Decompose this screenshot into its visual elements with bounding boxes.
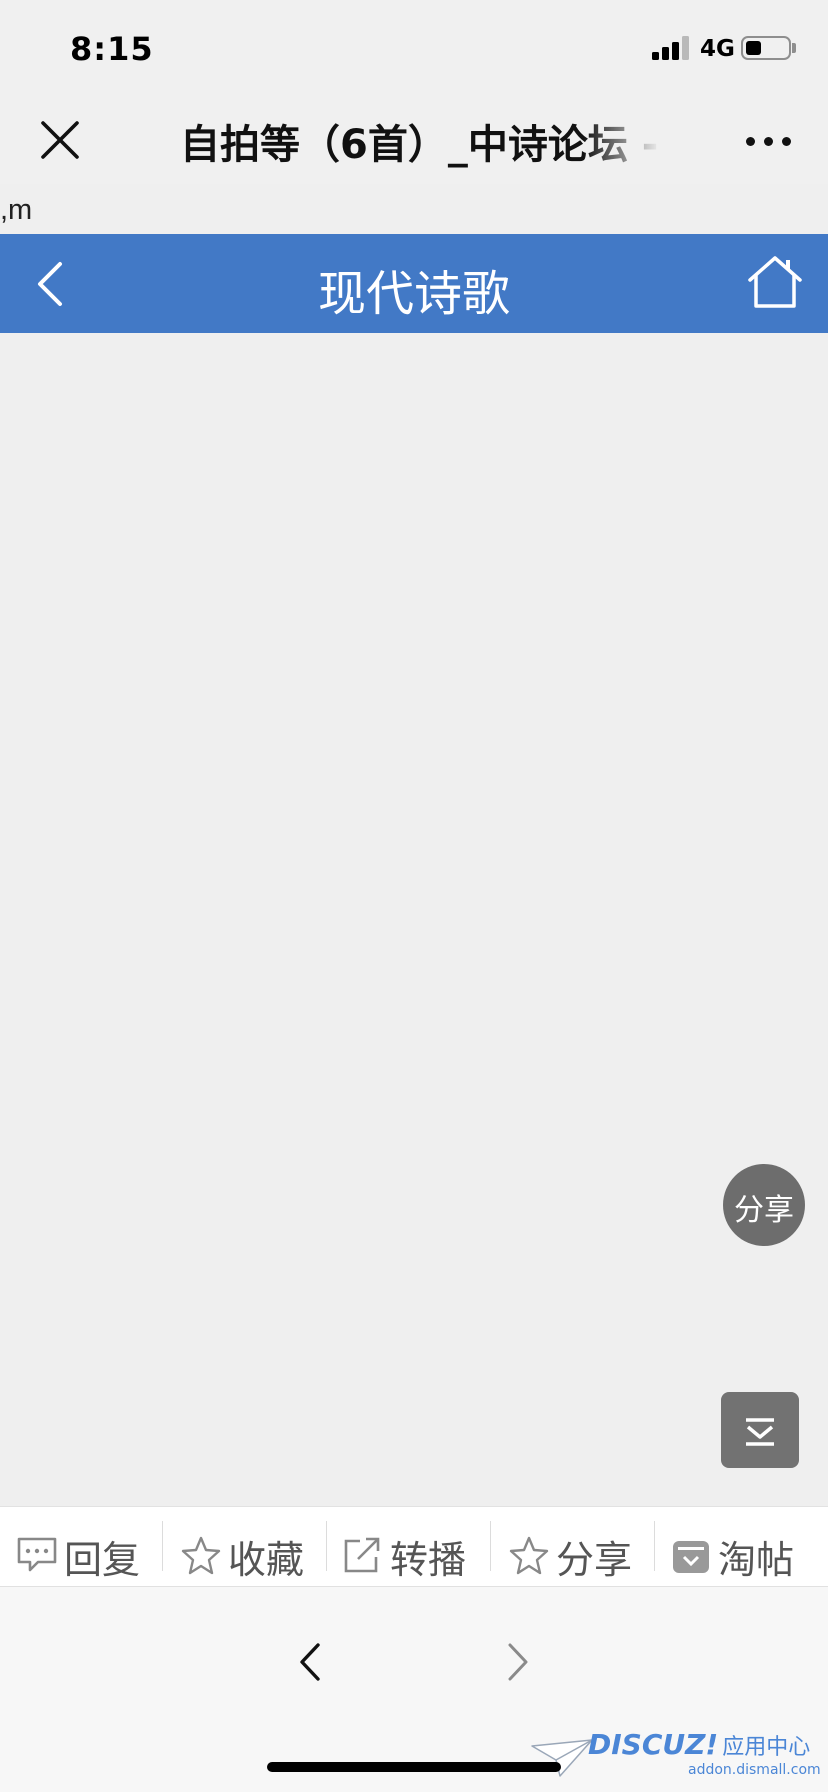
- watermark: DISCUZ! 应用中心 addon.dismall.com: [528, 1728, 828, 1792]
- watermark-brand: DISCUZ! 应用中心: [588, 1728, 811, 1761]
- paper-plane-icon: [531, 1739, 593, 1777]
- home-indicator: [267, 1762, 561, 1772]
- battery-cap: [792, 43, 796, 53]
- forward-icon: [344, 1537, 380, 1573]
- forum-title: 现代诗歌: [317, 266, 510, 322]
- forum-header: 现代诗歌: [0, 234, 828, 333]
- action-bar: 回复 收藏 转播 分享 淘帖: [0, 1506, 828, 1586]
- reply-label: 回复: [64, 1538, 141, 1582]
- share-float-button[interactable]: 分享: [723, 1164, 805, 1246]
- nav-bar: 自拍等（6首）_中诗论坛 -: [0, 96, 828, 184]
- signal-icon: [652, 36, 690, 60]
- comment-icon: [17, 1537, 57, 1572]
- close-icon: [41, 121, 79, 159]
- stray-text: ,m: [0, 194, 33, 226]
- home-button[interactable]: [746, 254, 804, 310]
- collect-label: 淘帖: [718, 1538, 795, 1582]
- home-icon: [748, 256, 802, 308]
- divider: [162, 1521, 163, 1571]
- chevron-left-icon: [300, 1643, 320, 1681]
- browser-back-button[interactable]: [292, 1637, 332, 1687]
- screen: 8:15 4G 自拍等（6首）_中诗论坛 - ,m 现代诗歌 分享 回复 收藏 …: [0, 0, 828, 1792]
- back-button[interactable]: [30, 256, 74, 312]
- collect-box-icon: [673, 1541, 709, 1573]
- page-title: 自拍等（6首）_中诗论坛 -: [180, 122, 659, 168]
- status-bar: 8:15 4G: [0, 0, 828, 96]
- scroll-to-bottom-icon: [746, 1418, 774, 1446]
- divider: [490, 1521, 491, 1571]
- chevron-right-icon: [508, 1643, 528, 1681]
- battery-icon: [741, 36, 791, 60]
- favorite-label: 收藏: [228, 1538, 305, 1582]
- browser-forward-button[interactable]: [496, 1637, 536, 1687]
- scroll-bottom-button[interactable]: [721, 1392, 799, 1468]
- network-type: 4G: [700, 36, 735, 62]
- divider: [326, 1521, 327, 1571]
- more-button[interactable]: [740, 120, 800, 160]
- watermark-domain: addon.dismall.com: [688, 1762, 821, 1778]
- close-button[interactable]: [30, 110, 90, 170]
- divider: [654, 1521, 655, 1571]
- more-dots-icon: [746, 137, 755, 146]
- forward-label: 转播: [390, 1538, 467, 1582]
- status-time: 8:15: [70, 30, 154, 68]
- star-icon: [509, 1536, 549, 1575]
- chevron-left-icon: [38, 262, 62, 306]
- share-label: 分享: [556, 1538, 633, 1582]
- star-icon: [181, 1536, 221, 1575]
